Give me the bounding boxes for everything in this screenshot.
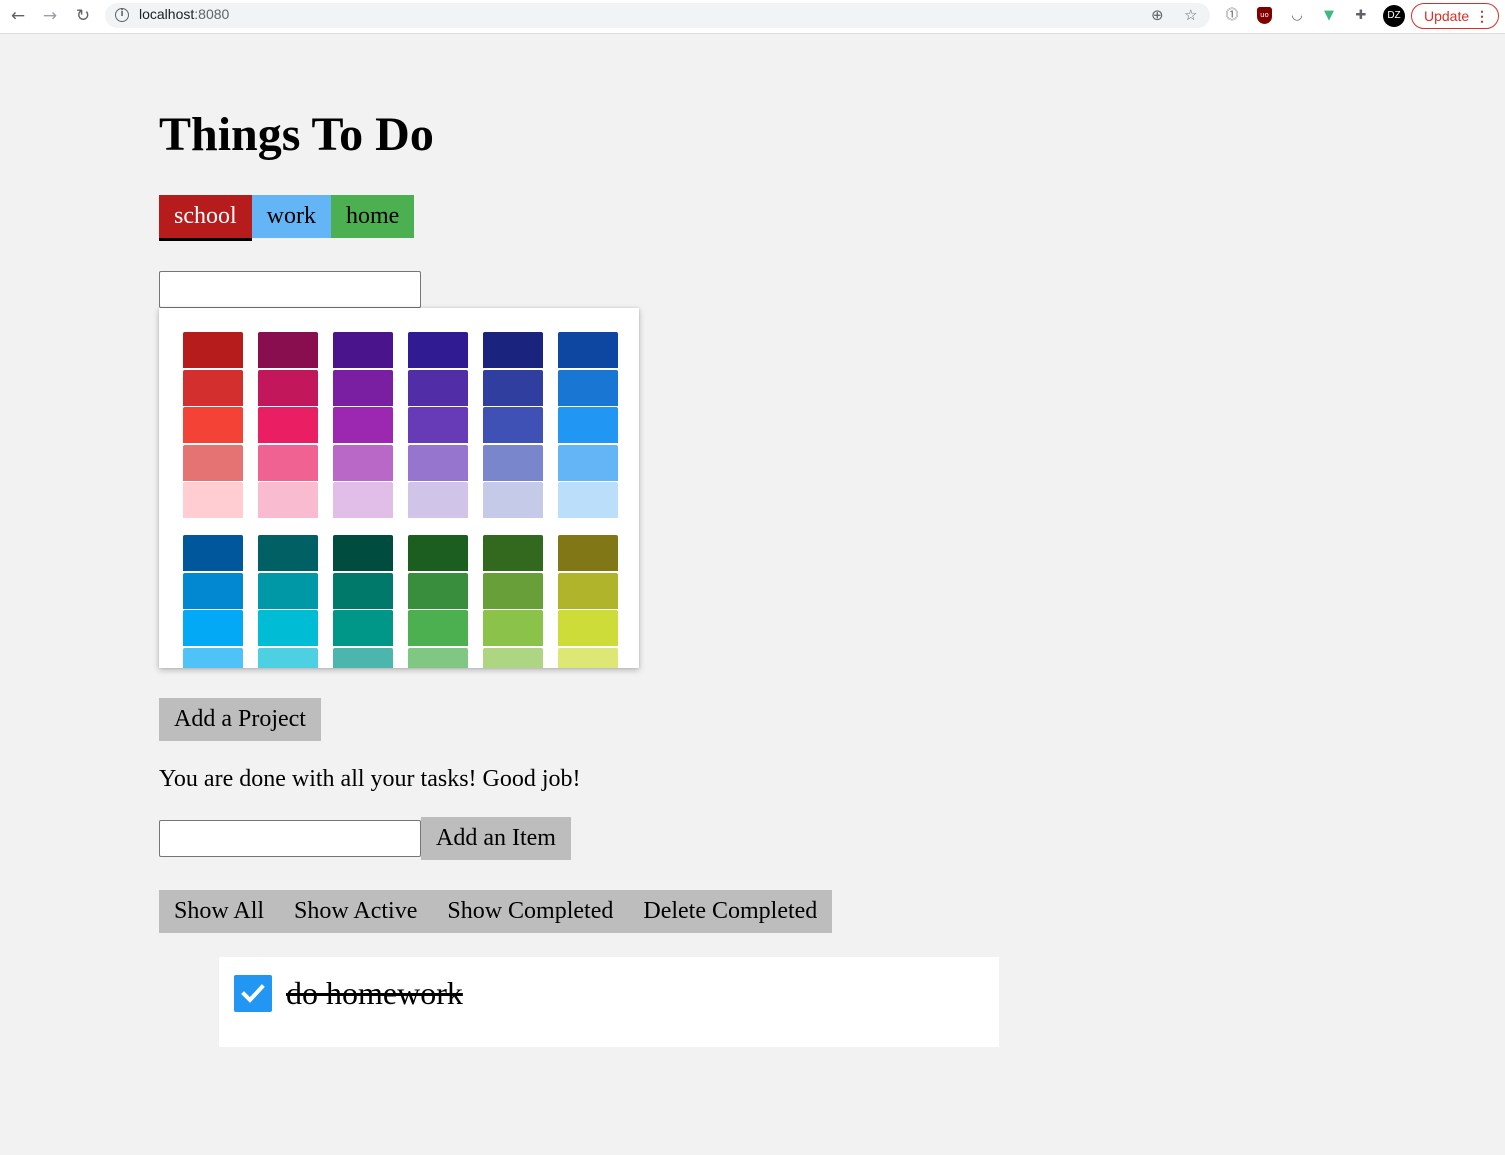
reload-icon[interactable]: ↻	[72, 5, 94, 27]
color-swatch[interactable]	[483, 369, 543, 406]
address-bar[interactable]: i localhost:8080 ⊕ ☆	[105, 3, 1210, 28]
color-swatch[interactable]	[258, 369, 318, 406]
color-swatch[interactable]	[183, 407, 243, 443]
onepassword-extension-icon[interactable]: ⓵	[1222, 6, 1242, 26]
project-tab-home[interactable]: home	[331, 195, 415, 238]
color-swatch[interactable]	[408, 535, 468, 571]
checkmark-icon	[241, 984, 265, 1003]
project-tab-school[interactable]: school	[159, 195, 252, 241]
extensions-puzzle-icon[interactable]: ✚	[1351, 6, 1371, 26]
color-swatch[interactable]	[333, 482, 393, 518]
color-swatch[interactable]	[483, 647, 543, 668]
task-item: do homework	[219, 957, 999, 1047]
site-info-icon[interactable]: i	[115, 8, 129, 22]
color-swatch[interactable]	[333, 647, 393, 668]
color-swatch[interactable]	[333, 407, 393, 443]
update-button[interactable]: Update ⋮	[1411, 3, 1499, 29]
color-swatch[interactable]	[558, 535, 618, 571]
project-tab-work[interactable]: work	[251, 195, 331, 238]
browser-toolbar: ← → ↻ i localhost:8080 ⊕ ☆ ⓵ uo ◡ ▼ ✚ DZ…	[0, 0, 1505, 34]
color-swatch[interactable]	[333, 369, 393, 406]
show-completed-button[interactable]: Show Completed	[432, 890, 628, 933]
color-swatch[interactable]	[483, 332, 543, 368]
color-swatch[interactable]	[408, 332, 468, 368]
color-swatch[interactable]	[333, 572, 393, 609]
color-swatch[interactable]	[408, 610, 468, 646]
color-palette	[159, 308, 639, 668]
page-title: Things To Do	[159, 108, 434, 161]
filter-bar: Show All Show Active Show Completed Dele…	[159, 890, 833, 933]
new-item-input[interactable]	[159, 820, 421, 857]
color-swatch[interactable]	[408, 407, 468, 443]
color-swatch[interactable]	[258, 647, 318, 668]
color-swatch[interactable]	[183, 482, 243, 518]
task-label[interactable]: do homework	[286, 975, 463, 1012]
more-menu-icon: ⋮	[1475, 8, 1489, 24]
color-swatch[interactable]	[483, 444, 543, 481]
delete-completed-button[interactable]: Delete Completed	[628, 890, 832, 933]
forward-arrow-icon[interactable]: →	[39, 5, 61, 27]
color-swatch[interactable]	[258, 535, 318, 571]
show-active-button[interactable]: Show Active	[279, 890, 432, 933]
color-swatch[interactable]	[408, 444, 468, 481]
color-swatch[interactable]	[333, 444, 393, 481]
back-arrow-icon[interactable]: ←	[7, 5, 29, 27]
color-swatch[interactable]	[333, 610, 393, 646]
color-swatch[interactable]	[558, 572, 618, 609]
profile-avatar[interactable]: DZ	[1383, 5, 1405, 27]
color-swatch[interactable]	[333, 535, 393, 571]
avatar-initials: DZ	[1387, 10, 1401, 21]
color-swatch[interactable]	[558, 369, 618, 406]
color-swatch[interactable]	[183, 332, 243, 368]
color-swatch[interactable]	[408, 369, 468, 406]
task-checkbox[interactable]	[234, 975, 272, 1012]
color-swatch[interactable]	[258, 482, 318, 518]
color-swatch[interactable]	[558, 647, 618, 668]
color-swatch[interactable]	[408, 572, 468, 609]
update-label: Update	[1424, 8, 1470, 24]
bookmark-star-icon[interactable]: ☆	[1184, 5, 1197, 25]
color-swatch[interactable]	[483, 482, 543, 518]
ublock-extension-icon[interactable]: uo	[1257, 7, 1272, 24]
color-swatch[interactable]	[258, 444, 318, 481]
color-swatch[interactable]	[558, 444, 618, 481]
color-swatch[interactable]	[183, 647, 243, 668]
url-text: localhost:8080	[139, 6, 229, 22]
show-all-button[interactable]: Show All	[159, 890, 279, 933]
color-swatch[interactable]	[483, 535, 543, 571]
color-swatch[interactable]	[483, 572, 543, 609]
color-swatch[interactable]	[558, 332, 618, 368]
color-swatch[interactable]	[183, 369, 243, 406]
ublock-text: uo	[1260, 11, 1269, 19]
color-swatch[interactable]	[183, 610, 243, 646]
color-swatch[interactable]	[183, 572, 243, 609]
color-swatch[interactable]	[558, 482, 618, 518]
add-item-button[interactable]: Add an Item	[421, 817, 571, 860]
color-swatch[interactable]	[258, 407, 318, 443]
pocket-extension-icon[interactable]: ◡	[1287, 6, 1307, 26]
project-tabs: school work home	[159, 195, 415, 241]
color-swatch[interactable]	[408, 647, 468, 668]
color-swatch[interactable]	[558, 610, 618, 646]
vue-devtools-extension-icon[interactable]: ▼	[1319, 6, 1339, 26]
color-swatch[interactable]	[183, 444, 243, 481]
color-swatch[interactable]	[483, 610, 543, 646]
color-swatch[interactable]	[258, 610, 318, 646]
completion-message: You are done with all your tasks! Good j…	[159, 766, 581, 792]
url-host: localhost	[139, 6, 195, 22]
color-swatch[interactable]	[258, 572, 318, 609]
color-swatch[interactable]	[558, 407, 618, 443]
color-swatch[interactable]	[408, 482, 468, 518]
zoom-icon[interactable]: ⊕	[1151, 5, 1164, 25]
add-project-button[interactable]: Add a Project	[159, 698, 321, 741]
color-swatch[interactable]	[183, 535, 243, 571]
project-name-input[interactable]	[159, 271, 421, 308]
color-swatch[interactable]	[258, 332, 318, 368]
color-swatch[interactable]	[333, 332, 393, 368]
color-swatch[interactable]	[483, 407, 543, 443]
url-port: :8080	[194, 6, 230, 22]
